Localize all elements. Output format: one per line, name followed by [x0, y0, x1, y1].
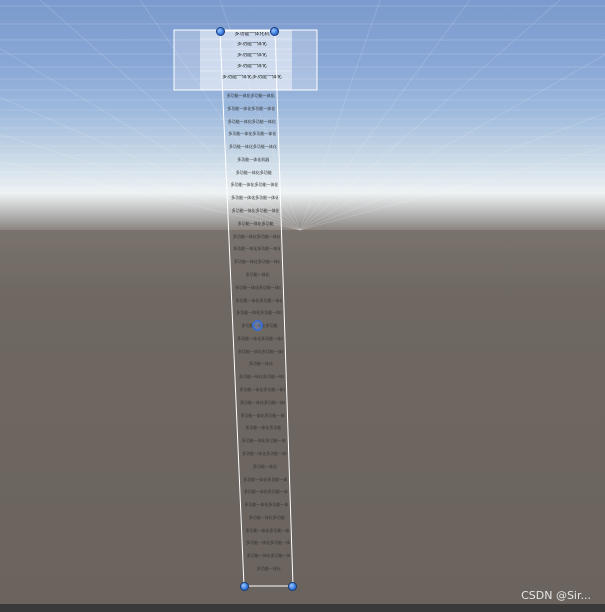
body-text-line: 多功能一体化多功能一体化机器: [242, 450, 287, 456]
header-text-line: 多功能一体化: [236, 53, 267, 58]
body-text-line: 多功能一体化: [248, 361, 273, 367]
body-text-line: 多功能一体化多功能一体化机器: [237, 348, 284, 354]
rect-handle-bottom-left[interactable]: [240, 582, 249, 591]
body-text-line: 多功能一体化多功能一体化机器: [246, 553, 290, 559]
body-text-line: 多功能一体化多功能一体化机器: [239, 387, 284, 393]
body-text-line: 多功能一体化多功能一体化机器: [233, 259, 281, 265]
scene-bottom-bar: [0, 604, 605, 612]
body-text-line: 多功能一体化多功能一体化机器人: [228, 131, 277, 137]
header-text-line: 多功能一体化: [236, 42, 267, 47]
body-text-line: 多功能一体化多功能一体化机器: [228, 144, 277, 150]
body-text-line: 多功能一体化多功能一体化: [246, 540, 290, 546]
body-text-line: 多功能一体化多功能一体化: [236, 310, 283, 316]
body-text-line: 多功能一体化多功能一体化: [233, 246, 280, 252]
body-text-line: 多功能一体化多功能一体化机器人: [231, 195, 279, 201]
body-text-line: 多功能一体化多功能一体化机器: [230, 182, 278, 188]
watermark-text: CSDN @Sir...: [521, 589, 591, 602]
body-text-line: 多功能一体化多功能一体化机器: [232, 233, 280, 239]
body-text-line: 多功能一体化多功能一体化: [241, 438, 287, 444]
header-text-line: 多功能一体化多功能一体化机器: [222, 75, 282, 80]
body-text-line: 多功能一体化机器: [237, 156, 270, 162]
body-text-line: 多功能一体化多功能: [235, 169, 272, 175]
body-text-line: 多功能一体化多功能一体化机器: [235, 297, 282, 303]
body-text-line: 多功能一体化多功能一体化机器: [240, 412, 286, 418]
body-text-line: 多功能一体化多功能: [248, 514, 285, 520]
body-text-line: 多功能一体化多功能一体化机器: [231, 208, 279, 214]
body-text-line: 多功能一体化: [252, 463, 277, 469]
body-text-line: 多功能一体化多功能: [245, 425, 282, 431]
rect-handle-bottom-right[interactable]: [288, 582, 297, 591]
scene-view[interactable]: 多功能一体化机多功能一体化多功能一体化多功能一体化多功能一体化多功能一体化机器多…: [0, 0, 605, 612]
body-text-line: 多功能一体化多功能一体化机器: [245, 527, 290, 533]
header-text-line: 多功能一体化: [236, 64, 267, 69]
body-text-line: 多功能一体化多功能一体化: [244, 502, 289, 508]
body-text-line: 多功能一体化: [256, 566, 281, 571]
body-text-line: 多功能一体化: [245, 271, 270, 277]
body-text-line: 多功能一体化多功能一体化机器人: [227, 105, 276, 111]
body-text-line: 多功能一体化多功能一体化机器: [243, 489, 288, 495]
body-text-line: 多功能一体化多功能一体化: [239, 399, 285, 405]
pivot-handle[interactable]: [252, 320, 263, 331]
body-text-line: 多功能一体化多功能一体化机器: [227, 118, 276, 124]
body-text-line: 多功能一体化多功能一体化机器: [234, 284, 282, 290]
rect-handle-top-right[interactable]: [270, 27, 279, 36]
body-text-line: 多功能一体化多功能一体化: [243, 476, 288, 482]
body-text-line: 多功能一体化多功能一体化机器人: [226, 93, 275, 98]
body-text-line: 多功能一体化多功能一体化机器: [237, 335, 283, 341]
body-text-line: 多功能一体化多功能: [237, 220, 274, 226]
rect-handle-top-left[interactable]: [216, 27, 225, 36]
body-text-line: 多功能一体化多功能一体化: [238, 374, 285, 380]
text-column: 多功能一体化机多功能一体化多功能一体化多功能一体化多功能一体化多功能一体化机器多…: [0, 0, 605, 612]
